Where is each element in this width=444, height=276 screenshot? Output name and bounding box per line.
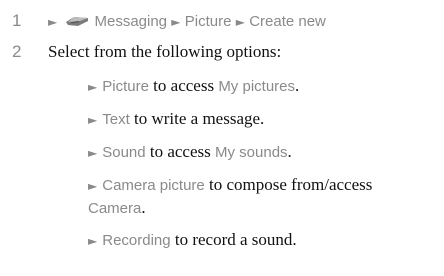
option-sound: ► Sound to access My sounds. <box>88 141 438 164</box>
option-text: to compose from/access <box>204 175 373 194</box>
option-target: Camera <box>88 200 142 217</box>
arrow-icon: ► <box>88 80 98 94</box>
menu-path-messaging: Messaging <box>94 13 168 30</box>
menu-path-picture: Picture <box>184 13 232 30</box>
option-end: . <box>141 198 146 217</box>
arrow-icon: ► <box>88 146 98 160</box>
option-picture: ► Picture to access My pictures. <box>88 75 438 98</box>
option-text: to access <box>145 142 215 161</box>
option-end: . <box>295 76 300 95</box>
option-text: ► Text to write a message. <box>88 108 438 131</box>
step-number: 2 <box>12 42 22 61</box>
step-2: 2 Select from the following options: <box>0 37 444 67</box>
step-1: 1 ► Messaging ► Picture ► Create new <box>0 6 444 36</box>
option-end: . <box>287 142 292 161</box>
menu-path-create-new: Create new <box>249 13 326 30</box>
messaging-phone-icon <box>66 17 89 27</box>
arrow-icon: ► <box>88 234 98 248</box>
arrow-icon: ► <box>48 15 58 29</box>
option-text: to access <box>148 76 219 95</box>
option-recording: ► Recording to record a sound. <box>88 229 438 252</box>
arrow-icon: ► <box>88 179 98 193</box>
option-term: Picture <box>102 78 149 95</box>
option-camera-picture: ► Camera picture to compose from/access Ca… <box>88 174 438 220</box>
option-text: to write a message. <box>129 109 265 128</box>
option-target: My sounds <box>215 144 288 161</box>
option-term: Camera picture <box>102 177 205 194</box>
step-number: 1 <box>12 11 22 30</box>
option-term: Recording <box>102 232 171 249</box>
step-text: Select from the following options: <box>48 42 282 61</box>
arrow-icon: ► <box>235 15 245 29</box>
menu-path: ► Messaging ► Picture ► Create new <box>48 6 326 37</box>
option-term: Text <box>102 111 130 128</box>
arrow-icon: ► <box>171 15 181 29</box>
option-term: Sound <box>102 144 146 161</box>
option-target: My pictures <box>218 78 295 95</box>
arrow-icon: ► <box>88 113 98 127</box>
option-text: to record a sound. <box>170 230 297 249</box>
